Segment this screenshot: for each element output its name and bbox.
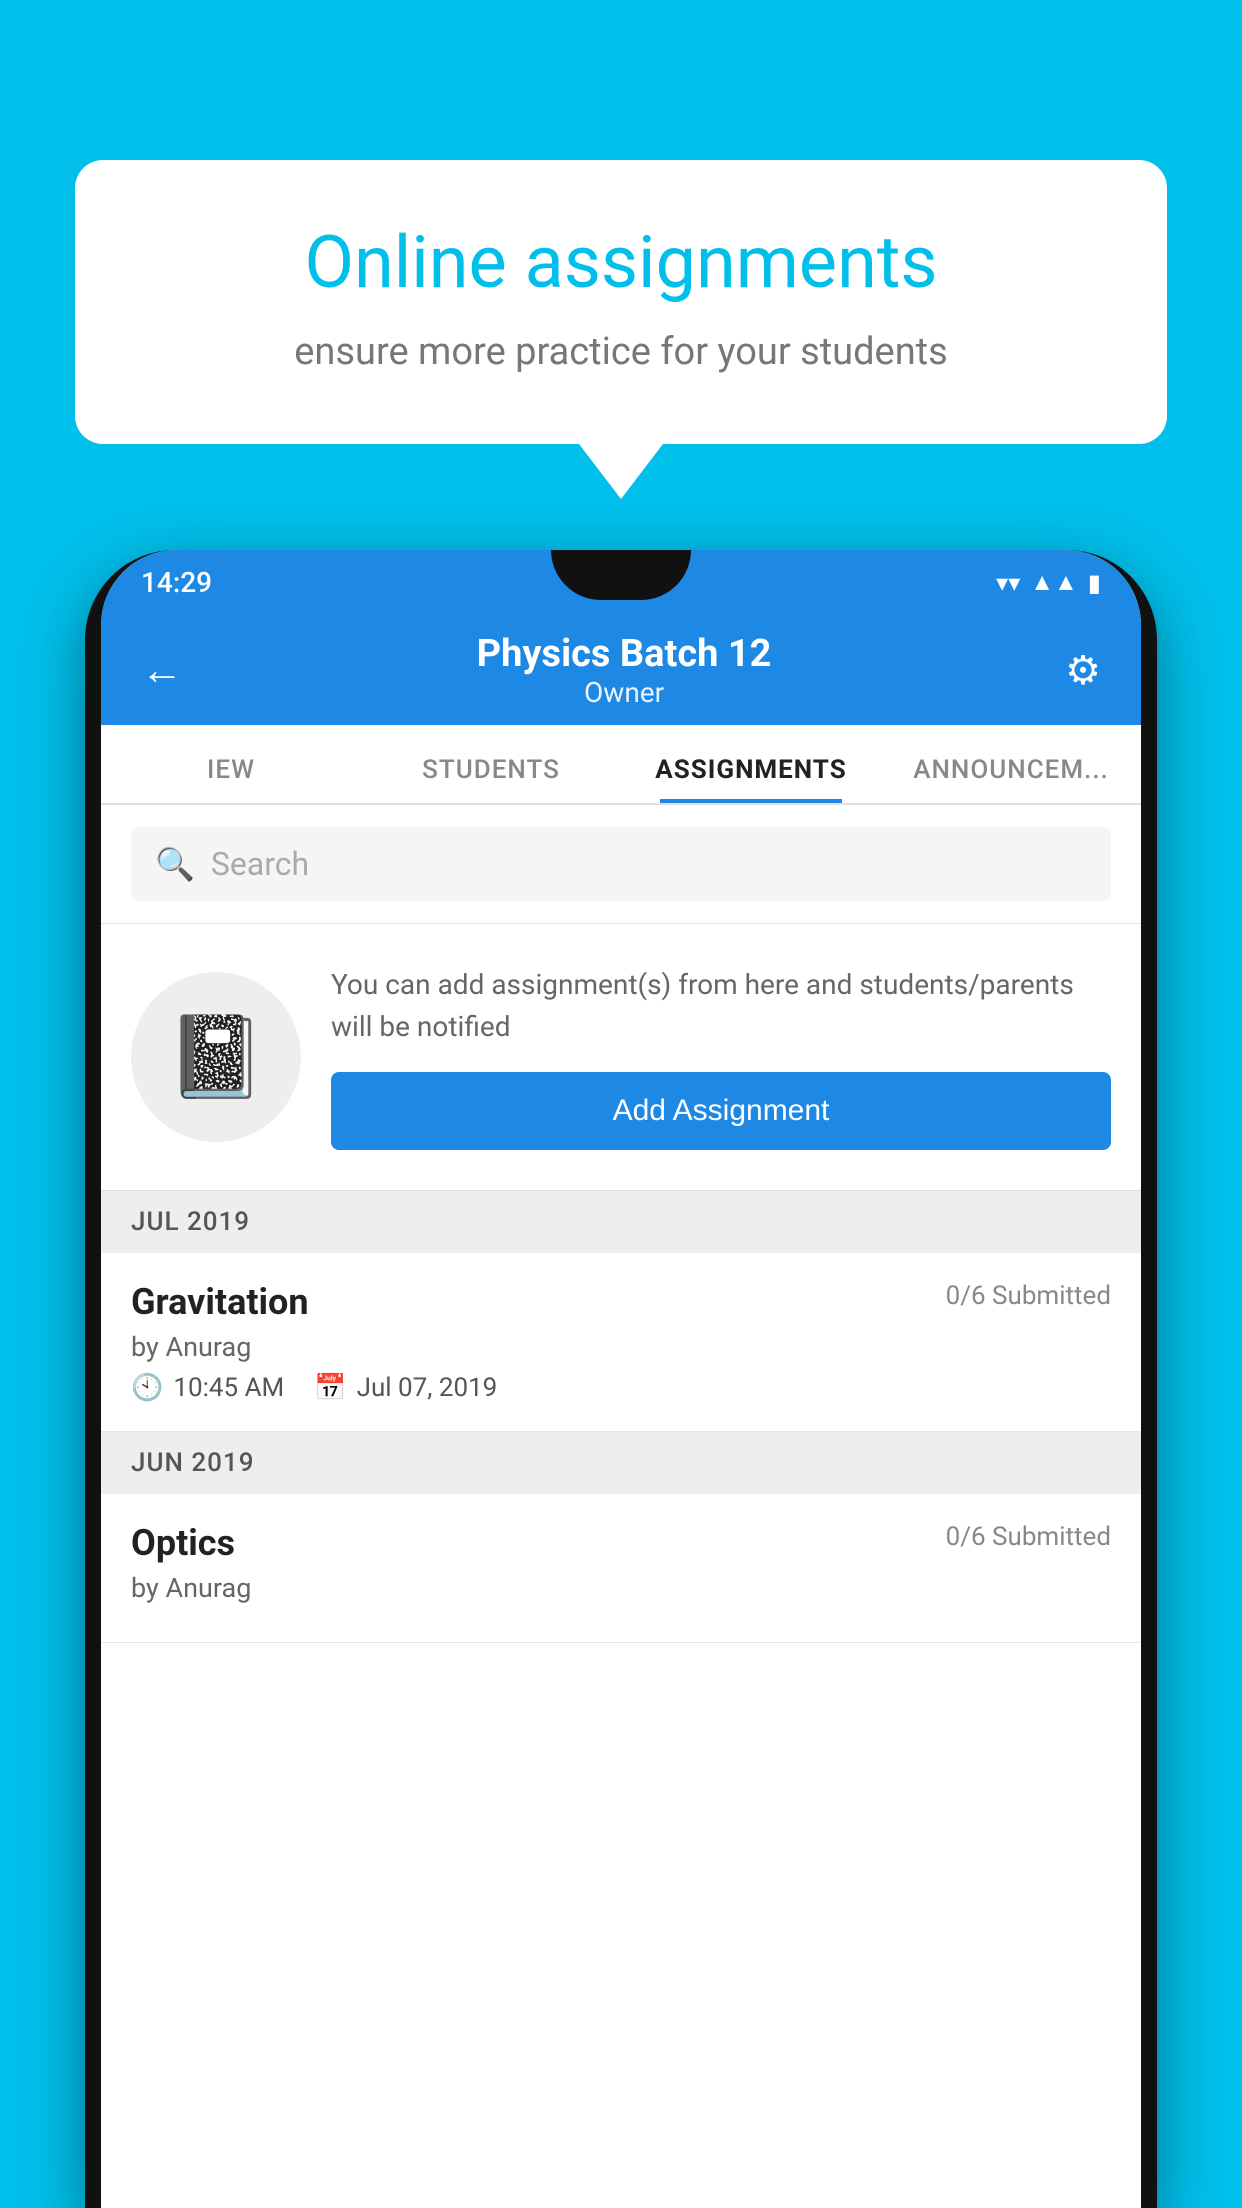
app-bar: ← Physics Batch 12 Owner ⚙ <box>101 615 1141 725</box>
assignment-item-optics[interactable]: Optics 0/6 Submitted by Anurag <box>101 1494 1141 1643</box>
assignment-submitted-optics: 0/6 Submitted <box>946 1522 1111 1552</box>
assignment-date-text: Jul 07, 2019 <box>357 1373 498 1403</box>
assignment-meta-gravitation: 🕙 10:45 AM 📅 Jul 07, 2019 <box>131 1373 1111 1403</box>
search-input-wrapper[interactable]: 🔍 Search <box>131 827 1111 901</box>
assignment-by-gravitation: by Anurag <box>131 1331 1111 1363</box>
calendar-icon: 📅 <box>314 1373 346 1403</box>
status-time: 14:29 <box>141 566 212 599</box>
wifi-icon: ▾▾ <box>996 569 1020 597</box>
assignment-item-gravitation[interactable]: Gravitation 0/6 Submitted by Anurag 🕙 10… <box>101 1253 1141 1432</box>
assignment-date-gravitation: 📅 Jul 07, 2019 <box>314 1373 497 1403</box>
assignment-row-top: Gravitation 0/6 Submitted <box>131 1281 1111 1323</box>
app-bar-title: Physics Batch 12 <box>183 632 1065 676</box>
speech-bubble-container: Online assignments ensure more practice … <box>75 160 1167 499</box>
notebook-icon: 📓 <box>166 1010 266 1104</box>
speech-bubble-title: Online assignments <box>155 220 1087 306</box>
assignment-title-gravitation: Gravitation <box>131 1281 309 1323</box>
assignment-by-optics: by Anurag <box>131 1572 1111 1604</box>
tab-iew[interactable]: IEW <box>101 755 361 803</box>
phone-frame: 14:29 ▾▾ ▲▲ ▮ ← Physics Batch 12 Owner ⚙… <box>85 550 1157 2208</box>
signal-icon: ▲▲ <box>1030 568 1078 597</box>
empty-state-card: 📓 You can add assignment(s) from here an… <box>101 924 1141 1191</box>
back-button[interactable]: ← <box>141 646 183 695</box>
tab-announcements[interactable]: ANNOUNCEM... <box>881 755 1141 803</box>
tab-students[interactable]: STUDENTS <box>361 755 621 803</box>
search-input[interactable]: Search <box>211 845 309 883</box>
empty-state-text: You can add assignment(s) from here and … <box>331 964 1111 1048</box>
search-icon: 🔍 <box>155 845 195 883</box>
search-container: 🔍 Search <box>101 805 1141 924</box>
assignment-title-optics: Optics <box>131 1522 235 1564</box>
add-assignment-button[interactable]: Add Assignment <box>331 1072 1111 1150</box>
app-bar-subtitle: Owner <box>183 676 1065 709</box>
battery-icon: ▮ <box>1088 569 1101 597</box>
section-header-jul: JUL 2019 <box>101 1191 1141 1253</box>
status-icons: ▾▾ ▲▲ ▮ <box>996 568 1101 597</box>
assignment-time-text: 10:45 AM <box>173 1373 284 1403</box>
assignment-submitted-gravitation: 0/6 Submitted <box>946 1281 1111 1311</box>
assignment-time-gravitation: 🕙 10:45 AM <box>131 1373 284 1403</box>
speech-bubble: Online assignments ensure more practice … <box>75 160 1167 444</box>
tabs-container: IEW STUDENTS ASSIGNMENTS ANNOUNCEM... <box>101 725 1141 805</box>
assignment-row-top-optics: Optics 0/6 Submitted <box>131 1522 1111 1564</box>
settings-icon[interactable]: ⚙ <box>1065 647 1101 694</box>
phone-screen: 14:29 ▾▾ ▲▲ ▮ ← Physics Batch 12 Owner ⚙… <box>101 550 1141 2208</box>
speech-bubble-subtitle: ensure more practice for your students <box>155 330 1087 374</box>
speech-bubble-arrow <box>579 444 663 499</box>
empty-state-content: You can add assignment(s) from here and … <box>331 964 1111 1150</box>
assignment-icon-circle: 📓 <box>131 972 301 1142</box>
section-header-jun: JUN 2019 <box>101 1432 1141 1494</box>
clock-icon: 🕙 <box>131 1373 163 1403</box>
tab-assignments[interactable]: ASSIGNMENTS <box>621 755 881 803</box>
app-bar-title-container: Physics Batch 12 Owner <box>183 632 1065 709</box>
